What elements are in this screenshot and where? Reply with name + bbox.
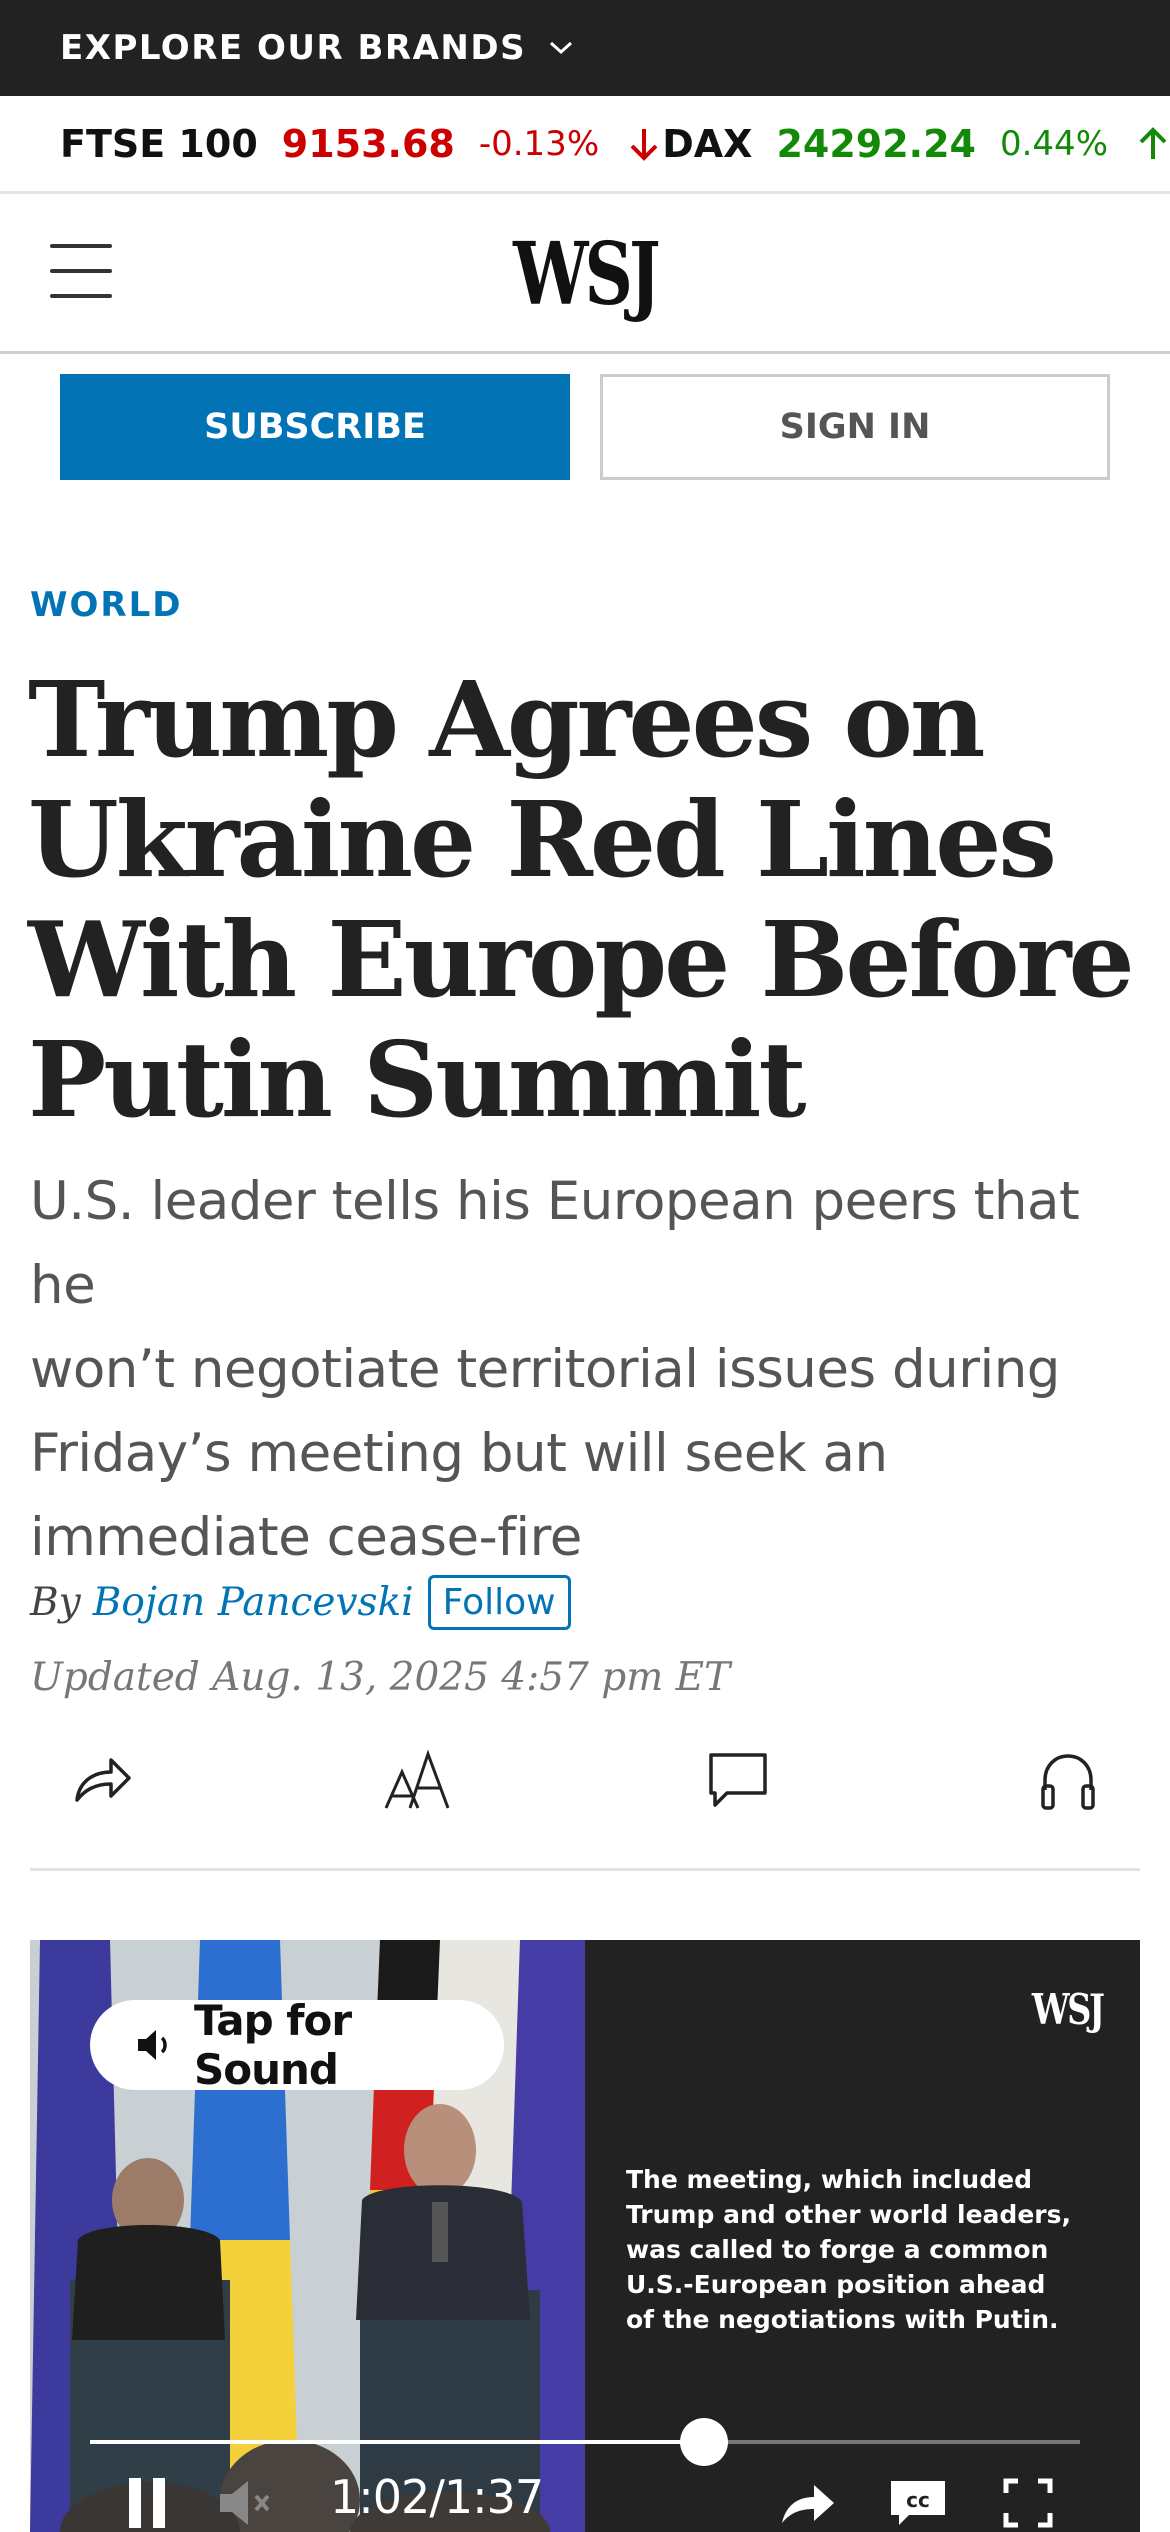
current-time: 1:02: [330, 2470, 430, 2524]
video-progress-bar[interactable]: [90, 2418, 1080, 2466]
headline-line: With Europe Before: [28, 898, 1135, 1021]
follow-button[interactable]: Follow: [427, 1575, 571, 1630]
divider: [30, 1868, 1140, 1871]
headline-line: Trump Agrees on: [28, 658, 985, 781]
caption-line: Trump and other world leaders,: [626, 2200, 1071, 2229]
wsj-logo[interactable]: WSJ: [129, 224, 1042, 325]
section-label[interactable]: WORLD: [30, 585, 182, 625]
pause-icon[interactable]: [122, 2475, 172, 2531]
tap-for-sound-label: Tap for Sound: [194, 1996, 352, 2094]
caption-line: of the negotiations with Putin.: [626, 2305, 1059, 2334]
ticker-value-dax: 24292.24: [776, 121, 976, 166]
explore-brands-bar[interactable]: EXPLORE OUR BRANDS: [0, 0, 1170, 96]
muted-speaker-icon[interactable]: [218, 2475, 278, 2531]
arrow-up-icon: [1136, 126, 1170, 162]
market-ticker[interactable]: FTSE 100 9153.68 -0.13% DAX 24292.24 0.4…: [0, 96, 1170, 194]
share-icon[interactable]: [778, 2475, 838, 2531]
duration: 1:37: [443, 2470, 544, 2524]
fullscreen-icon[interactable]: [998, 2475, 1058, 2531]
dek-line: won’t negotiate territorial issues durin…: [30, 1339, 1060, 1400]
listen-headphones-icon[interactable]: [1028, 1740, 1108, 1820]
video-progress-fill: [90, 2440, 704, 2444]
share-icon[interactable]: [62, 1740, 142, 1820]
arrow-down-icon: [627, 126, 661, 162]
author-link[interactable]: Bojan Pancevski: [93, 1580, 414, 1625]
caption-line: was called to forge a common: [626, 2235, 1049, 2264]
subscribe-button[interactable]: SUBSCRIBE: [60, 374, 570, 480]
byline-prefix: By: [30, 1580, 81, 1625]
video-time: 1:02/1:37: [330, 2470, 544, 2524]
ticker-name-dax: DAX: [662, 121, 753, 166]
sign-in-button[interactable]: SIGN IN: [600, 374, 1110, 480]
article-dek: U.S. leader tells his European peers tha…: [30, 1160, 1150, 1580]
speaker-icon: [136, 2027, 176, 2063]
text-size-icon[interactable]: [378, 1740, 458, 1820]
ticker-value-ftse: 9153.68: [281, 121, 455, 166]
ticker-change-dax: 0.44%: [999, 123, 1108, 164]
headline: Trump Agrees on Ukraine Red Lines With E…: [28, 660, 1138, 1140]
svg-text:cc: cc: [906, 2488, 930, 2512]
dek-line: U.S. leader tells his European peers tha…: [30, 1171, 1080, 1316]
closed-captions-icon[interactable]: cc: [888, 2475, 948, 2531]
video-player[interactable]: WSJ The meeting, which included Trump an…: [30, 1940, 1140, 2532]
tap-for-sound-button[interactable]: Tap for Sound: [90, 1996, 504, 2094]
updated-timestamp: Updated Aug. 13, 2025 4:57 pm ET: [30, 1655, 731, 1700]
masthead: WSJ: [0, 194, 1170, 354]
video-caption: The meeting, which included Trump and ot…: [626, 2162, 1076, 2337]
video-wsj-logo: WSJ: [1031, 1985, 1105, 2034]
dek-line: Friday’s meeting but will seek an: [30, 1423, 888, 1484]
caption-line: The meeting, which included: [626, 2165, 1032, 2194]
video-scrubber-handle[interactable]: [679, 2418, 728, 2466]
headline-line: Putin Summit: [28, 1018, 807, 1141]
explore-brands-label: EXPLORE OUR BRANDS: [60, 28, 527, 68]
comments-icon[interactable]: [698, 1740, 778, 1820]
article-toolbar: [0, 1740, 1170, 1820]
hamburger-menu-icon[interactable]: [50, 244, 112, 298]
chevron-down-icon: [548, 40, 574, 61]
ticker-change-ftse: -0.13%: [478, 123, 600, 164]
dek-line: immediate cease-fire: [30, 1507, 582, 1568]
headline-line: Ukraine Red Lines: [28, 778, 1057, 901]
byline: By Bojan Pancevski Follow: [30, 1575, 571, 1630]
ticker-name-ftse: FTSE 100: [60, 121, 258, 166]
caption-line: U.S.-European position ahead: [626, 2270, 1046, 2299]
